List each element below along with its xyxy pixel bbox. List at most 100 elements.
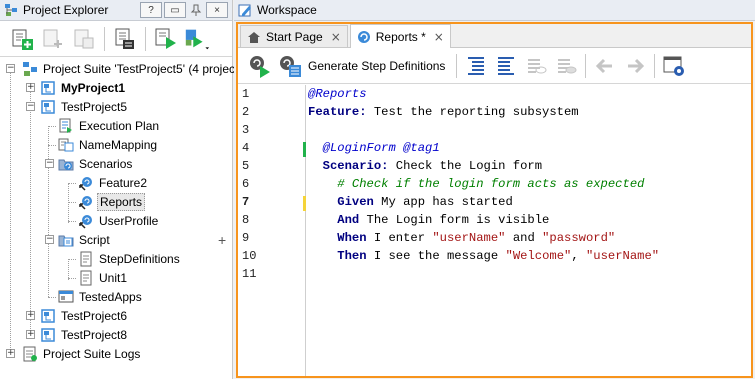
tree-node-testedapps[interactable]: TestedApps	[58, 287, 144, 306]
collapse-icon[interactable]: −	[45, 159, 54, 168]
generate-step-definitions-icon-button[interactable]	[276, 52, 304, 80]
tree-node-stepdefinitions[interactable]: StepDefinitions	[78, 249, 182, 268]
line-number: 4	[242, 141, 250, 155]
tab-start-page[interactable]: Start Page ×	[240, 25, 348, 47]
tree-node-label: StepDefinitions	[99, 251, 180, 266]
remove-item-button[interactable]	[70, 25, 98, 53]
add-new-item-button[interactable]	[8, 25, 36, 53]
tree-node-scenarios[interactable]: Scenarios	[58, 154, 134, 173]
code-line[interactable]: Scenario: Check the Login form	[308, 159, 542, 173]
comment-button[interactable]	[522, 52, 550, 80]
expand-icon[interactable]: +	[26, 330, 35, 339]
tree-node-project-suite[interactable]: Project Suite 'TestProject5' (4 projects…	[22, 59, 250, 78]
add-script-unit-button[interactable]: +	[218, 230, 226, 249]
tree-guide-line	[68, 259, 69, 280]
toolbar-separator	[104, 26, 105, 51]
expand-icon[interactable]: +	[26, 311, 35, 320]
line-number: 7	[242, 195, 250, 209]
help-button[interactable]: ?	[140, 2, 162, 18]
home-icon	[248, 31, 260, 43]
tree-node-myproject1[interactable]: MyProject1	[40, 78, 127, 97]
outdent-button[interactable]	[492, 52, 520, 80]
expand-icon[interactable]: +	[6, 349, 15, 358]
tree-node-label: Feature2	[99, 175, 148, 190]
collapse-icon[interactable]: −	[6, 64, 15, 73]
line-number-gutter: 1 2 3 4 5 6 7 8 9 10 11	[238, 85, 306, 376]
code-line[interactable]: @Reports	[308, 87, 367, 101]
tree-node-userprofile[interactable]: UserProfile	[78, 211, 160, 230]
project-explorer-icon	[5, 4, 17, 16]
workspace-icon	[238, 4, 251, 17]
expand-icon[interactable]: +	[26, 83, 35, 92]
pin-icon[interactable]	[188, 2, 204, 18]
tab-reports[interactable]: Reports * ×	[349, 24, 451, 48]
properties-button[interactable]	[111, 25, 139, 53]
navigate-forward-button[interactable]	[621, 52, 649, 80]
code-line[interactable]: @LoginForm @tag1	[308, 141, 440, 155]
editor-tab-strip: Start Page × Reports * ×	[238, 24, 751, 48]
script-unit-icon	[78, 251, 94, 267]
tree-node-script[interactable]: Script	[58, 230, 112, 249]
collapse-icon[interactable]: −	[26, 102, 35, 111]
generate-step-definitions-button[interactable]: Generate Step Definitions	[308, 59, 445, 73]
tree-node-namemapping[interactable]: NameMapping	[58, 135, 159, 154]
tree-node-label: Reports	[97, 192, 146, 211]
tab-label: Start Page	[266, 29, 323, 44]
tree-guide-line	[68, 259, 76, 260]
indent-button[interactable]	[462, 52, 490, 80]
navigate-back-button[interactable]	[591, 52, 619, 80]
code-token-str: "userName"	[585, 249, 660, 263]
editor-options-button[interactable]	[660, 52, 688, 80]
run-dropdown-button[interactable]	[183, 25, 211, 53]
code-line[interactable]: Then I see the message "Welcome", "userN…	[308, 249, 659, 263]
toolbar-separator	[654, 53, 656, 78]
code-token-txt: and	[505, 231, 543, 245]
code-editor[interactable]: 1 2 3 4 5 6 7 8 9 10 11 @Reports Feature: Test the …	[238, 85, 751, 376]
project-explorer-panel: Project Explorer ? ▭ × − Project Suite '…	[0, 0, 248, 379]
line-number: 9	[242, 231, 250, 245]
tree-node-unit1[interactable]: Unit1	[78, 268, 129, 287]
tree-node-reports[interactable]: Reports	[78, 192, 146, 211]
close-tab-icon[interactable]: ×	[331, 30, 341, 44]
code-token-str: "Welcome"	[505, 249, 572, 263]
close-tab-icon[interactable]: ×	[434, 30, 444, 44]
project-icon	[40, 327, 56, 343]
code-token-kw: Feature:	[308, 105, 367, 119]
code-line[interactable]: # Check if the login form acts as expect…	[308, 177, 644, 191]
bdd-feature-icon	[357, 30, 370, 43]
remove-item-icon	[74, 29, 94, 48]
tree-node-label: MyProject1	[61, 80, 126, 95]
align-left-icon	[468, 56, 485, 75]
tree-node-execution-plan[interactable]: Execution Plan	[58, 116, 161, 135]
code-token-tag: @Reports	[308, 87, 367, 101]
tree-guide-line	[68, 278, 76, 279]
run-scenario-button[interactable]	[246, 52, 274, 80]
execution-plan-icon	[58, 118, 74, 134]
tree-node-project-suite-logs[interactable]: Project Suite Logs	[22, 344, 142, 363]
tree-node-label: Scenarios	[79, 156, 133, 171]
code-area[interactable]: @Reports Feature: Test the reporting subs…	[306, 85, 751, 376]
toolbar-separator	[145, 26, 146, 51]
bdd-feature-icon	[78, 194, 94, 210]
tree-guide-line	[68, 183, 76, 184]
code-line[interactable]: And The Login form is visible	[308, 213, 549, 227]
collapse-icon[interactable]: −	[45, 235, 54, 244]
tree-node-label: TestProject5	[61, 99, 128, 114]
add-existing-item-button[interactable]	[39, 25, 67, 53]
run-scenario-icon	[250, 55, 270, 78]
tree-node-label: TestProject8	[61, 327, 128, 342]
close-button[interactable]: ×	[206, 2, 228, 18]
run-options-icon	[185, 29, 210, 49]
code-line[interactable]: When I enter "userName" and "password"	[308, 231, 615, 245]
restore-button[interactable]: ▭	[164, 2, 186, 18]
code-line[interactable]: Feature: Test the reporting subsystem	[308, 105, 579, 119]
tree-node-testproject8[interactable]: TestProject8	[40, 325, 129, 344]
uncomment-button[interactable]	[552, 52, 580, 80]
run-project-button[interactable]	[152, 25, 180, 53]
tree-node-testproject5[interactable]: TestProject5	[40, 97, 129, 116]
workspace-panel: Workspace Start Page × Reports * × Gener…	[234, 0, 755, 379]
tab-label: Reports *	[375, 29, 426, 44]
tree-node-feature2[interactable]: Feature2	[78, 173, 149, 192]
code-line[interactable]: Given My app has started	[308, 195, 513, 209]
tree-node-testproject6[interactable]: TestProject6	[40, 306, 129, 325]
